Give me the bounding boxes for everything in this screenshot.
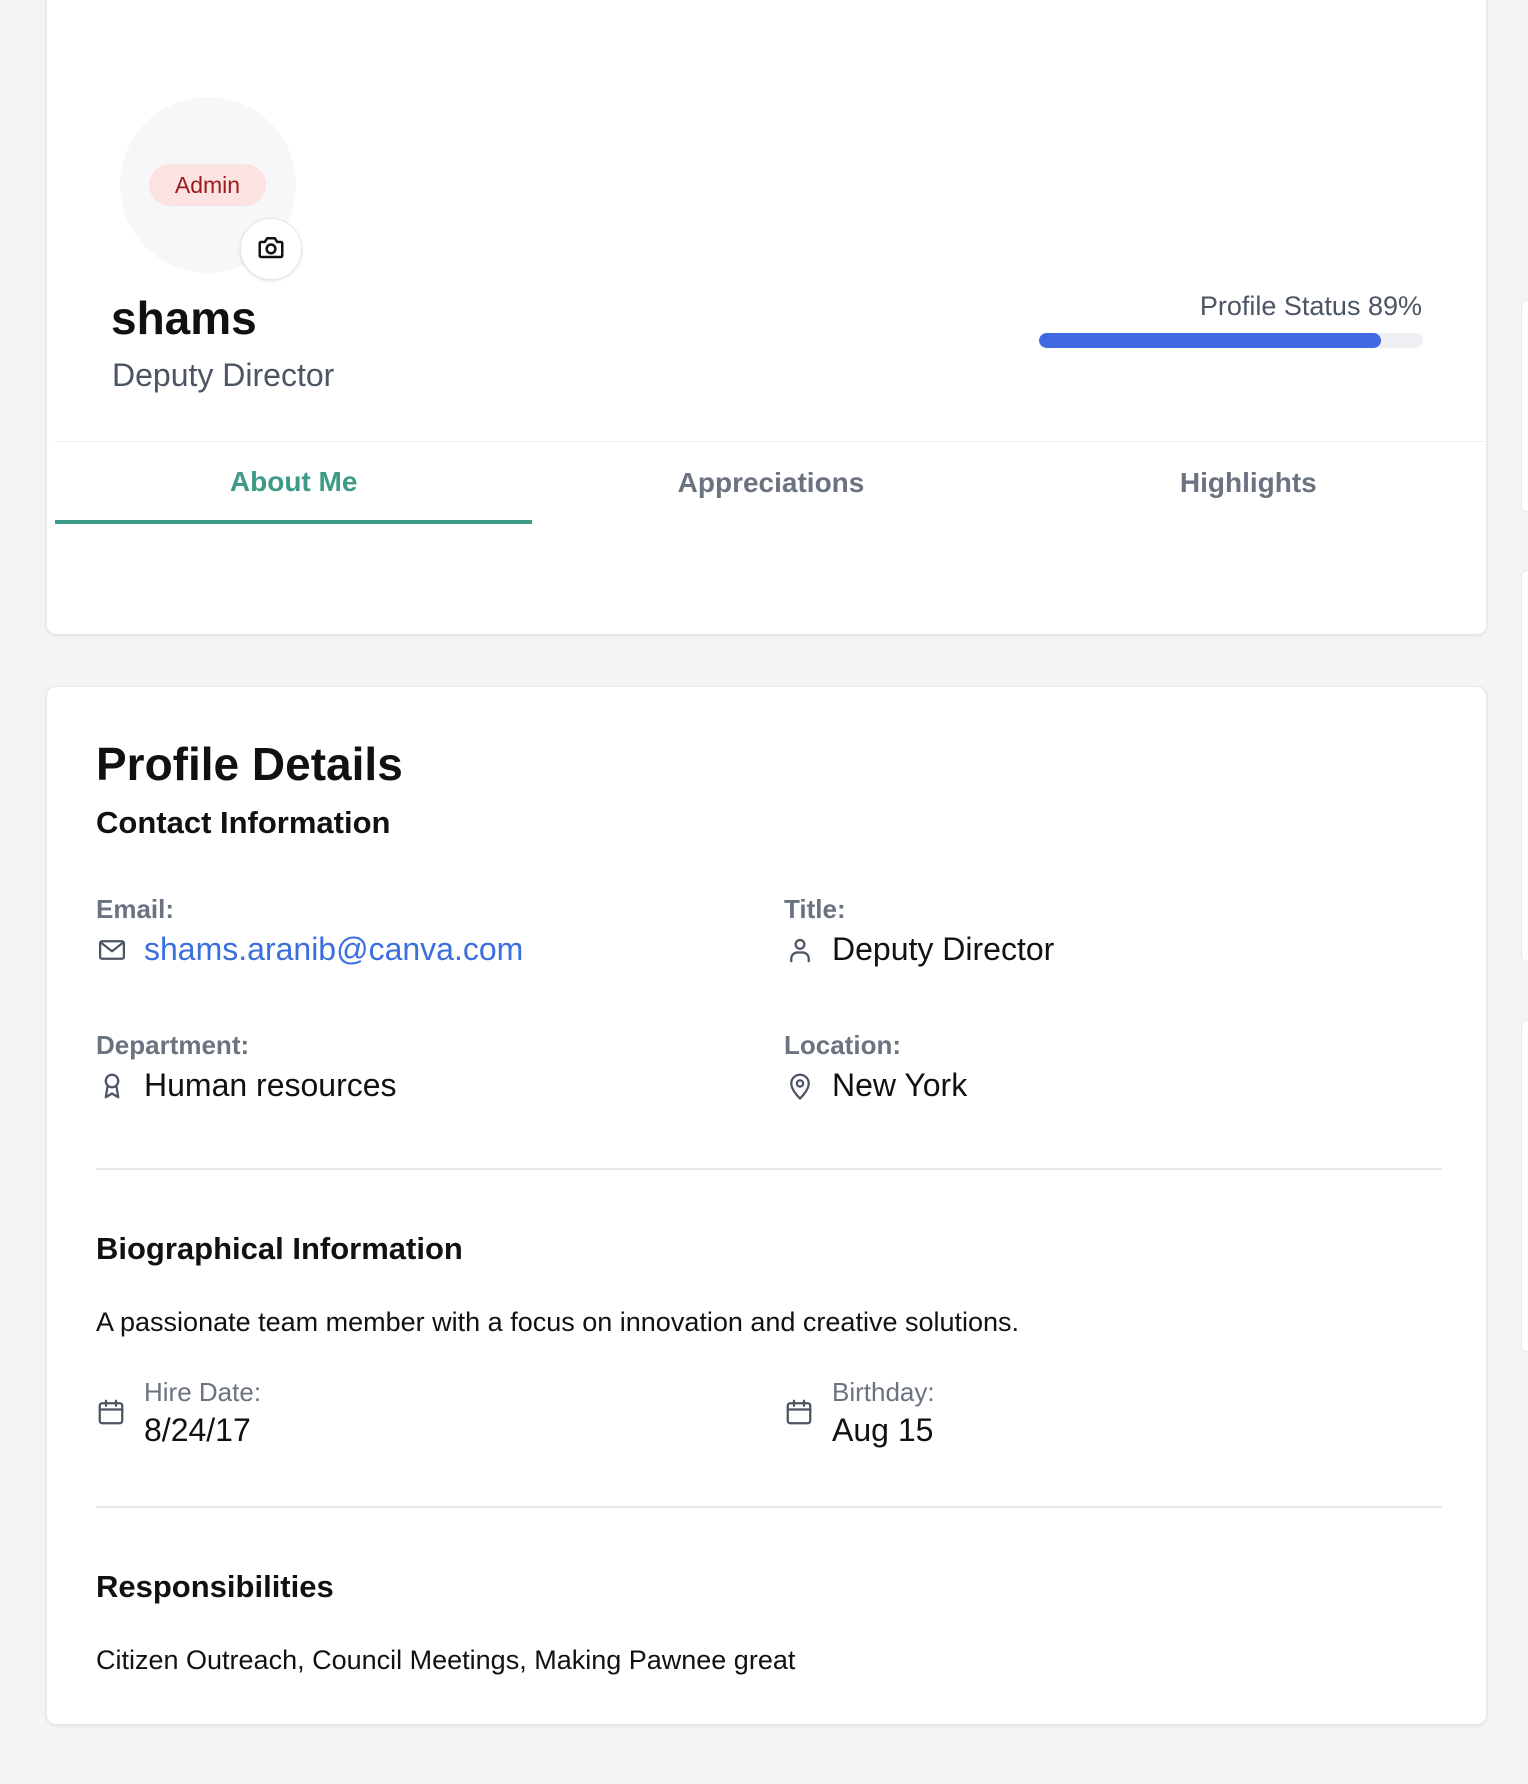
email-label: Email: — [96, 894, 175, 924]
award-icon — [96, 1070, 128, 1102]
calendar-icon — [784, 1397, 814, 1449]
role-badge: Admin — [149, 164, 266, 206]
birthday-label: Birthday: — [832, 1377, 935, 1407]
email-field: shams.aranib@canva.com — [96, 931, 523, 968]
department-value: Human resources — [144, 1067, 397, 1103]
adjacent-card-edge — [1521, 1020, 1528, 1352]
location-field: New York — [784, 1067, 967, 1104]
user-job-title: Deputy Director — [112, 357, 335, 393]
calendar-icon — [96, 1397, 126, 1449]
hire-date-value: 8/24/17 — [144, 1412, 251, 1448]
tab-about-me[interactable]: About Me — [55, 442, 533, 524]
tab-appreciations[interactable]: Appreciations — [532, 442, 1009, 524]
divider — [96, 1506, 1442, 1508]
location-label: Location: — [784, 1030, 901, 1060]
user-name: shams — [111, 292, 257, 344]
contact-heading: Contact Information — [96, 805, 391, 840]
title-field: Deputy Director — [784, 931, 1054, 968]
progress-fill — [1039, 333, 1381, 348]
user-icon — [784, 934, 816, 966]
profile-status-progress-bar — [1039, 333, 1423, 348]
hire-date-field: Hire Date: 8/24/17 — [96, 1377, 261, 1449]
mail-icon — [96, 934, 128, 966]
camera-icon — [256, 232, 286, 267]
birthday-value: Aug 15 — [832, 1412, 934, 1448]
map-pin-icon — [784, 1070, 816, 1102]
title-value: Deputy Director — [832, 931, 1055, 967]
email-link[interactable]: shams.aranib@canva.com — [144, 931, 523, 968]
tab-highlights[interactable]: Highlights — [1010, 442, 1487, 524]
adjacent-card-edge — [1521, 570, 1528, 962]
adjacent-card-edge — [1521, 300, 1528, 512]
change-photo-button[interactable] — [240, 218, 302, 280]
profile-tabs: About Me Appreciations Highlights — [55, 441, 1487, 524]
bio-heading: Biographical Information — [96, 1231, 463, 1266]
profile-header-card: Admin shams Deputy Director Profile Stat… — [46, 0, 1487, 635]
location-value: New York — [832, 1067, 968, 1103]
profile-details-card: Profile Details Contact Information Emai… — [46, 686, 1487, 1725]
title-label: Title: — [784, 894, 846, 924]
page-title: Profile Details — [96, 738, 403, 790]
divider — [96, 1168, 1442, 1170]
bio-text: A passionate team member with a focus on… — [96, 1307, 1020, 1337]
birthday-field: Birthday: Aug 15 — [784, 1377, 935, 1449]
responsibilities-heading: Responsibilities — [96, 1569, 334, 1604]
profile-status-label: Profile Status 89% — [1199, 291, 1422, 321]
responsibilities-text: Citizen Outreach, Council Meetings, Maki… — [96, 1645, 796, 1675]
hire-date-label: Hire Date: — [144, 1377, 262, 1407]
department-label: Department: — [96, 1030, 250, 1060]
department-field: Human resources — [96, 1067, 397, 1104]
